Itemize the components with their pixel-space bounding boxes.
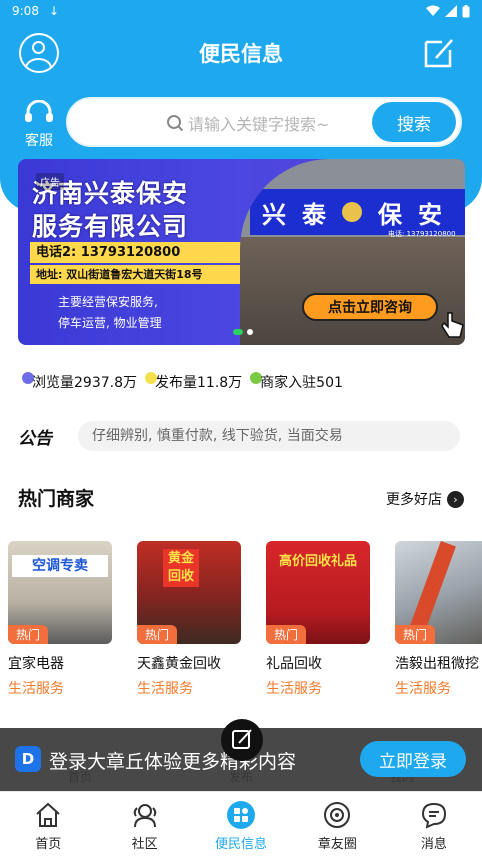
hand-pointer-icon: [441, 312, 464, 338]
tab-label: 章友圈: [317, 837, 357, 852]
merchant-image: 热门: [395, 541, 482, 644]
tab-label: 消息: [420, 837, 447, 852]
customer-service-button[interactable]: 客服: [20, 99, 58, 150]
wifi-icon: [426, 5, 440, 16]
stat-posts: 发布量11.8万: [145, 372, 242, 392]
grid-icon: [227, 801, 256, 829]
search-input[interactable]: 请输入关键字搜索~: [166, 111, 329, 135]
arrow-right-icon: ›: [447, 490, 464, 508]
header: 便民信息: [0, 30, 482, 76]
battery-icon: [462, 4, 470, 17]
crane-arm: [410, 541, 456, 632]
tab-label: 首页: [35, 837, 62, 852]
tab-friends-circle[interactable]: 章友圈: [289, 792, 385, 856]
merchant-card[interactable]: 空调专卖 热门 宜家电器 生活服务: [8, 541, 112, 698]
search-box: 请输入关键字搜索~ 搜索: [66, 97, 462, 147]
status-bar: 9:08 ↓: [0, 0, 482, 22]
merchant-name: 浩毅出租微挖: [395, 656, 479, 672]
pagination-dot-active: [233, 329, 243, 335]
hot-tag: 热门: [137, 625, 178, 644]
tab-home[interactable]: 首页: [0, 792, 96, 856]
more-shops-link[interactable]: 更多好店 ›: [386, 489, 464, 509]
home-icon: [36, 802, 60, 827]
tab-label: 便民信息: [215, 837, 268, 852]
pagination-dot: [247, 329, 253, 335]
banner-left: 济南兴泰保安 服务有限公司 广告 电话2: 13793120800 地址: 双山…: [18, 159, 246, 345]
ad-label: 广告: [36, 173, 64, 190]
hot-merchants-title: 热门商家: [18, 488, 95, 510]
customer-service-label: 客服: [25, 133, 53, 149]
merchant-name: 礼品回收: [266, 656, 322, 672]
merchant-image: 高价回收礼品 热门: [266, 541, 370, 644]
login-button[interactable]: 立即登录: [360, 741, 466, 777]
search-button[interactable]: 搜索: [372, 102, 456, 142]
merchant-category: 生活服务: [395, 681, 451, 697]
merchant-card[interactable]: 热门 浩毅出租微挖 生活服务: [395, 541, 482, 698]
merchant-card[interactable]: 高价回收礼品 热门 礼品回收 生活服务: [266, 541, 370, 698]
edit-icon[interactable]: [422, 36, 456, 70]
banner-description: 主要经营保安服务, 停车运营, 物业管理: [58, 295, 162, 330]
edit-icon: [232, 729, 252, 749]
user-avatar-icon[interactable]: [19, 33, 59, 73]
merchant-image: 空调专卖 热门: [8, 541, 112, 644]
tab-community[interactable]: 社区: [96, 792, 192, 856]
merchant-category: 生活服务: [8, 681, 64, 697]
stat-merchants: 商家入驻501: [250, 372, 343, 392]
merchant-category: 生活服务: [137, 681, 193, 697]
merchant-name: 宜家电器: [8, 656, 64, 672]
notice-text: 仔细辨别, 慎重付款, 线下验货, 当面交易: [78, 421, 460, 451]
merchant-sign: 空调专卖: [12, 555, 108, 577]
hot-tag: 热门: [8, 625, 49, 644]
shop-front: [240, 237, 465, 345]
message-icon: [421, 802, 446, 829]
status-time: 9:08: [12, 4, 39, 18]
page-title: 便民信息: [199, 42, 283, 66]
stat-views: 浏览量2937.8万: [22, 372, 137, 392]
tab-label: 社区: [131, 837, 158, 852]
badge-icon: [342, 202, 362, 222]
banner-cta-button[interactable]: 点击立即咨询: [302, 293, 438, 321]
banner-pagination: [233, 329, 253, 335]
merchant-image: 黄金回收 热门: [137, 541, 241, 644]
signal-icon: [445, 5, 457, 17]
notice-label: 公告: [18, 428, 52, 449]
download-icon: ↓: [48, 4, 60, 18]
merchant-sign: 黄金回收: [163, 549, 199, 587]
merchant-card[interactable]: 黄金回收 热门 天鑫黄金回收 生活服务: [137, 541, 241, 698]
hot-tag: 热门: [266, 625, 307, 644]
community-icon: [133, 804, 156, 828]
tab-messages[interactable]: 消息: [386, 792, 482, 856]
ad-banner[interactable]: 济南兴泰保安 服务有限公司 广告 电话2: 13793120800 地址: 双山…: [18, 159, 465, 345]
banner-phone: 电话2: 13793120800: [30, 242, 244, 263]
search-icon: [167, 115, 184, 132]
stats-row: 浏览量2937.8万 发布量11.8万 商家入驻501: [22, 372, 343, 392]
banner-address: 地址: 双山街道鲁宏大道天街18号: [30, 265, 244, 284]
tab-convenience-info[interactable]: 便民信息: [193, 792, 289, 856]
app-logo-icon: D: [15, 746, 41, 772]
merchant-list: 空调专卖 热门 宜家电器 生活服务 黄金回收 热门 天鑫黄金回收 生活服务 高价…: [8, 541, 482, 701]
notice-bar[interactable]: 公告 仔细辨别, 慎重付款, 线下验货, 当面交易: [18, 421, 460, 451]
merchant-category: 生活服务: [266, 681, 322, 697]
headset-icon: [25, 99, 53, 122]
merchant-name: 天鑫黄金回收: [137, 656, 221, 672]
search-placeholder: 请输入关键字搜索~: [188, 115, 330, 134]
hot-tag: 热门: [395, 625, 436, 644]
publish-button[interactable]: [221, 719, 263, 761]
merchant-sign: 高价回收礼品: [278, 554, 357, 569]
bottom-tab-bar: 首页 社区 便民信息 章友圈 消息: [0, 791, 482, 856]
banner-photo: 兴泰 保安 电话: 13793120800 点击立即咨询: [240, 159, 465, 345]
circle-icon: [324, 802, 351, 828]
